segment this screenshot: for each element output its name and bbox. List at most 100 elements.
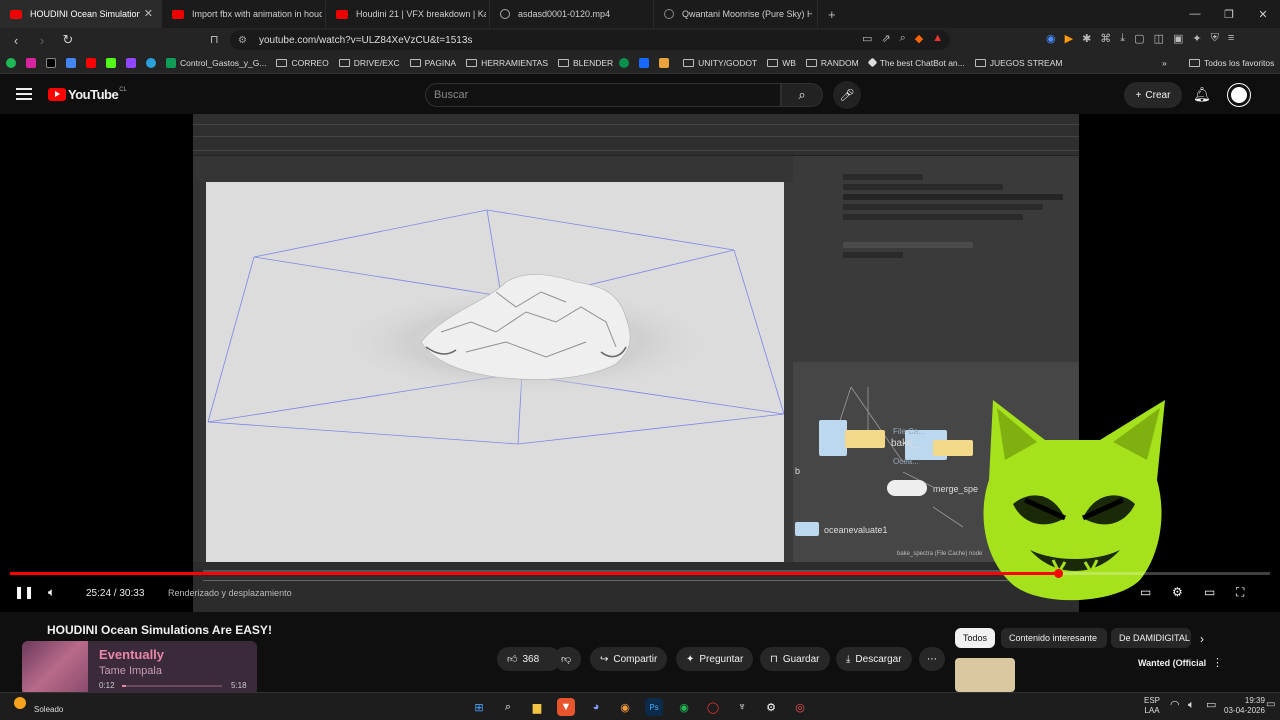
download-icon[interactable]: ⤓ (1120, 32, 1125, 45)
bookmark-unity-godot[interactable]: UNITY/GODOT (683, 58, 757, 68)
bookmark-correo[interactable]: CORREO (276, 58, 329, 68)
bookmark-pagina[interactable]: PAGINA (409, 58, 456, 68)
speaker-icon[interactable]: 🔈︎ (1188, 700, 1195, 711)
screenshot-icon[interactable]: ▢ (1134, 32, 1144, 45)
bookmark-x-icon[interactable] (46, 57, 60, 68)
chip-todos[interactable]: Todos (955, 628, 996, 648)
bookmark-chatbot[interactable]: The best ChatBot an... (867, 58, 965, 68)
subtitles-icon[interactable]: ▭ (1140, 585, 1151, 599)
pause-icon[interactable]: ❚❚ (14, 585, 34, 599)
close-window-icon[interactable]: ✕ (1246, 0, 1280, 28)
battery-icon[interactable]: ▭ (1206, 700, 1216, 711)
youtube-logo[interactable]: YouTube CL (48, 87, 127, 102)
tab-asdasd[interactable]: asdasd0001-0120.mp4 (490, 0, 654, 28)
bookmark-spotify-icon[interactable] (6, 57, 20, 68)
hamburger-menu-icon[interactable] (16, 88, 32, 100)
cast-icon[interactable]: ▭ (862, 32, 872, 45)
all-bookmarks[interactable]: Todos los favoritos (1189, 58, 1274, 68)
chapter-title[interactable]: Renderizado y desplazamiento (168, 588, 292, 598)
bookmark-twitch-icon[interactable] (126, 57, 140, 68)
site-settings-icon[interactable]: ⚙ (238, 35, 247, 46)
more-actions-button[interactable]: ⋯ (919, 647, 945, 671)
taskbar-search-icon[interactable]: ⌕ (499, 698, 517, 716)
tab-qwantani[interactable]: Qwantani Moonrise (Pure Sky) HDRI (654, 0, 818, 28)
progress-bar[interactable] (10, 569, 1270, 578)
back-icon[interactable]: ‹ (6, 33, 26, 48)
progress-scrubber[interactable] (1054, 569, 1064, 578)
brave-shield-icon[interactable]: ◆ (915, 32, 923, 45)
file-explorer-icon[interactable]: ▆ (528, 698, 546, 716)
dislike-button[interactable]: 👎︎ (553, 647, 581, 671)
chip-damidigital[interactable]: De DAMIDIGITAL (1111, 628, 1191, 648)
bookmark-random[interactable]: RANDOM (805, 58, 859, 68)
wifi-icon[interactable]: ◠ (1170, 700, 1180, 711)
notifications-bell-icon[interactable]: 🔔︎ (1193, 86, 1211, 103)
search-input[interactable]: Buscar (425, 83, 781, 107)
recommendation-title[interactable]: Wanted (Official (1138, 658, 1206, 668)
track-progress-bar[interactable] (122, 685, 222, 687)
settings-gear-icon[interactable]: ⚙ (1172, 585, 1183, 599)
bookmark-blender[interactable]: BLENDER (558, 58, 613, 68)
rewards-icon[interactable]: ▲ (932, 32, 943, 45)
opera-icon[interactable]: ◯ (704, 698, 722, 716)
photoshop-icon[interactable]: Ps (645, 698, 663, 716)
discord-icon[interactable]: ◕ (587, 698, 605, 716)
bookmark-gastos[interactable]: Control_Gastos_y_G... (166, 57, 266, 68)
minimize-icon[interactable]: — (1178, 0, 1212, 28)
share-button[interactable]: ↪ Compartir (590, 647, 668, 671)
vpn-icon[interactable]: ⛨ (1211, 32, 1219, 45)
tab-houdini-21[interactable]: Houdini 21 | VFX breakdown | Karma (326, 0, 490, 28)
bookmark-youtube-icon[interactable] (86, 57, 100, 68)
search-button[interactable]: ⌕ (781, 83, 823, 107)
menu-icon[interactable]: ≡ (1228, 32, 1234, 45)
brave-browser-icon[interactable]: ▼ (557, 698, 575, 716)
forward-icon[interactable]: › (32, 33, 52, 48)
wallet-icon[interactable]: ▣ (1173, 32, 1183, 45)
ai-icon[interactable]: ✦ (1192, 32, 1201, 45)
avatar[interactable] (1228, 84, 1250, 106)
steam-icon[interactable]: ⚙ (762, 698, 780, 716)
more-bookmarks-icon[interactable]: » (1162, 58, 1167, 68)
recommendation-menu-icon[interactable]: ⋮ (1212, 656, 1223, 669)
tab-import-fbx[interactable]: Import fbx with animation in houdini (162, 0, 326, 28)
maximize-icon[interactable]: ❐ (1212, 0, 1246, 28)
sidebar-icon[interactable]: ◫ (1154, 32, 1164, 45)
url-field[interactable]: ⚙ youtube.com/watch?v=ULZ84XeVzCU&t=1513… (230, 30, 950, 50)
puzzle-icon[interactable]: ⌘ (1100, 32, 1111, 45)
translate-icon[interactable]: ◉ (1046, 32, 1056, 45)
new-tab-button[interactable]: + (828, 7, 836, 22)
bookmark-g-icon[interactable] (619, 57, 633, 68)
zoom-icon[interactable]: ⌕ (900, 32, 906, 45)
tab-houdini-ocean[interactable]: HOUDINI Ocean Simulations ✕ (0, 0, 162, 28)
app-icon-a[interactable]: ♆ (733, 698, 751, 716)
spotify-icon[interactable]: ◉ (675, 698, 693, 716)
bookmark-be-icon[interactable] (639, 57, 653, 68)
bookmark-icon[interactable]: ⊓ (210, 33, 219, 46)
chip-contenido[interactable]: Contenido interesante (1001, 628, 1107, 648)
save-button[interactable]: ⊓ Guardar (760, 647, 830, 671)
language-indicator[interactable]: ESP LAA (1144, 696, 1160, 716)
bookmark-juegos-stream[interactable]: JUEGOS STREAM (974, 58, 1062, 68)
create-button[interactable]: + Crear (1124, 82, 1182, 108)
bookmark-herramientas[interactable]: HERRAMIENTAS (466, 58, 548, 68)
like-button[interactable]: 👍︎ 368 (497, 647, 561, 671)
extensions-icon[interactable]: ✱ (1082, 32, 1091, 45)
ask-button[interactable]: ✦ Preguntar (676, 647, 754, 671)
music-mini-player[interactable]: Eventually Tame Impala 0:12 5:18 (22, 641, 257, 695)
windows-start-icon[interactable]: ⊞ (470, 698, 488, 716)
bookmark-telegram-icon[interactable] (146, 57, 160, 68)
fullscreen-icon[interactable]: ⛶ (1236, 585, 1244, 600)
bookmark-drive-exc[interactable]: DRIVE/EXC (338, 58, 400, 68)
voice-search-button[interactable]: 🎤︎ (833, 81, 861, 109)
bookmark-kick-icon[interactable] (106, 57, 120, 68)
notification-icon[interactable]: ▭ (1266, 700, 1275, 710)
bookmark-wb[interactable]: WB (767, 58, 796, 68)
share-icon[interactable]: ⇗ (881, 32, 890, 45)
theater-mode-icon[interactable]: ▭ (1204, 585, 1215, 599)
blender-icon[interactable]: ◉ (616, 698, 634, 716)
reload-icon[interactable]: ↻ (58, 32, 78, 48)
media-icon[interactable]: ▶ (1065, 32, 1073, 45)
bookmark-instagram-icon[interactable] (26, 57, 40, 68)
volume-icon[interactable]: 🔈︎ (48, 585, 55, 600)
app-icon-b[interactable]: ◎ (791, 698, 809, 716)
